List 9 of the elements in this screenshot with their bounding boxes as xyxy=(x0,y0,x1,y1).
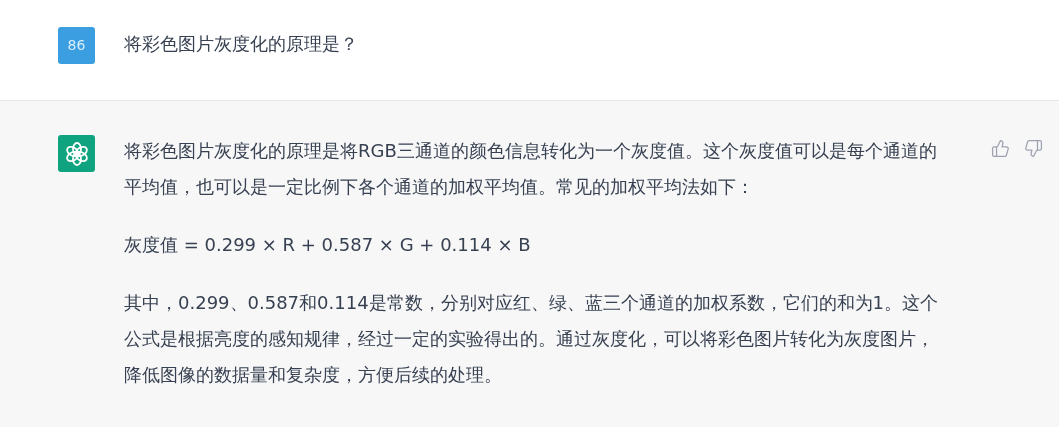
question-text: 将彩色图片灰度化的原理是？ xyxy=(124,32,358,56)
thumbs-down-button[interactable] xyxy=(1024,139,1043,158)
thumbs-down-icon xyxy=(1024,139,1043,158)
thumbs-up-button[interactable] xyxy=(991,139,1010,158)
answer-paragraph: 灰度值 = 0.299 × R + 0.587 × G + 0.114 × B xyxy=(124,233,532,257)
user-avatar: 86 xyxy=(58,27,95,64)
thumbs-up-icon xyxy=(991,139,1010,158)
answer-paragraph: 将彩色图片灰度化的原理是将RGB三通道的颜色信息转化为一个灰度值。这个灰度值可以是每个通道的平均值，也可以是一定比例下各个通道的加权平均值。常见的加权平均法如下： xyxy=(124,139,938,199)
answer-paragraph: 其中，0.299、0.587和0.114是常数，分别对应红、绿、蓝三个通道的加权系数，它们的和为1。这个公式是根据亮度的感知规律，经过一定的实验得出的。通过灰度化，可以将彩色图片转化为灰度图片，降低图像的数据量和复杂度，方便后续的处理。 xyxy=(124,291,940,387)
